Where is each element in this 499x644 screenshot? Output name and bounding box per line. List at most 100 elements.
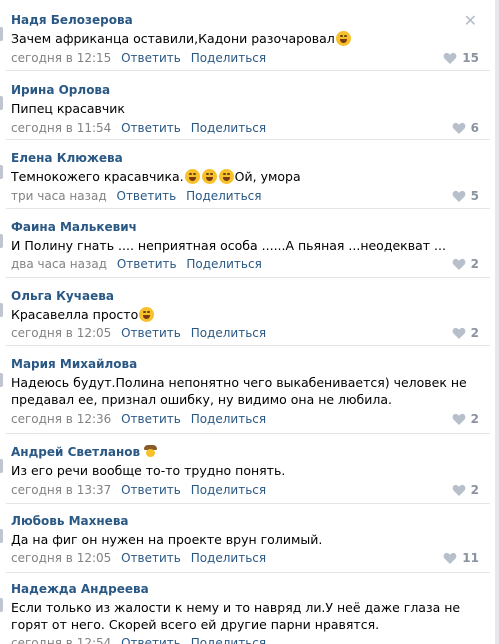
comment-text: Пипец красавчик — [11, 101, 125, 116]
reply-link[interactable]: Ответить — [121, 412, 181, 426]
comment-text: Зачем африканца оставили,Кадони разочаро… — [11, 30, 480, 47]
reply-link[interactable]: Ответить — [121, 326, 181, 340]
like-count: 5 — [470, 189, 479, 203]
like-button[interactable]: 5 — [452, 189, 479, 203]
comment-author[interactable]: Фаина Малькевич — [11, 220, 137, 234]
heart-icon — [452, 484, 466, 496]
thread-marker — [0, 598, 3, 612]
comment-item: Надя Белозерова Зачем африканца оставили… — [0, 0, 488, 70]
thread-marker — [0, 96, 3, 110]
comment-item: Любовь Махнева Да на фиг он нужен на про… — [0, 504, 488, 572]
comment-item: Андрей Светланов Из его речи вообще то-т… — [0, 434, 488, 503]
comment-item: Мария Михайлова Надеюсь будут.Полина неп… — [0, 346, 488, 433]
heart-icon — [452, 122, 466, 134]
comment-time[interactable]: сегодня в 12:36 — [11, 412, 111, 426]
share-link[interactable]: Поделиться — [191, 551, 266, 565]
comment-meta: сегодня в 12:54 Ответить Поделиться — [11, 636, 266, 644]
emoji-icon — [184, 169, 200, 184]
comment-author[interactable]: Ирина Орлова — [11, 83, 110, 97]
comment-meta: три часа назад Ответить Поделиться — [11, 189, 261, 203]
emoji-icon — [201, 169, 217, 184]
comment-time[interactable]: два часа назад — [11, 257, 107, 271]
like-count: 6 — [470, 121, 479, 135]
like-count: 2 — [470, 412, 479, 426]
thread-marker — [0, 529, 3, 543]
comment-author[interactable]: Любовь Махнева — [11, 514, 129, 528]
like-button[interactable]: 15 — [443, 51, 479, 65]
share-link[interactable]: Поделиться — [191, 51, 266, 65]
emoji-icon — [218, 169, 234, 184]
like-button[interactable]: 2 — [452, 412, 479, 426]
share-link[interactable]: Поделиться — [191, 326, 266, 340]
like-button[interactable]: 2 — [452, 326, 479, 340]
comment-meta: сегодня в 12:05 Ответить Поделиться — [11, 326, 266, 340]
heart-icon — [443, 52, 457, 64]
thread-marker — [0, 27, 3, 41]
thread-marker — [0, 459, 3, 473]
like-button[interactable]: 2 — [452, 483, 479, 497]
emoji-icon — [335, 31, 351, 46]
share-link[interactable]: Поделиться — [191, 121, 266, 135]
heart-icon — [452, 327, 466, 339]
reply-link[interactable]: Ответить — [121, 551, 181, 565]
comment-time[interactable]: сегодня в 12:05 — [11, 551, 111, 565]
reply-link[interactable]: Ответить — [117, 189, 177, 203]
panel-border — [495, 0, 499, 644]
comment-meta: сегодня в 13:37 Ответить Поделиться — [11, 483, 266, 497]
like-count: 11 — [462, 551, 479, 565]
comment-time[interactable]: три часа назад — [11, 189, 107, 203]
comment-author[interactable]: Надя Белозерова — [11, 13, 133, 27]
comment-text: Из его речи вообще то-то трудно понять. — [11, 463, 286, 478]
comment-meta: сегодня в 11:54 Ответить Поделиться — [11, 121, 266, 135]
comment-meta: сегодня в 12:15 Ответить Поделиться — [11, 51, 266, 65]
comment-item: Елена Клюжева Темнокожего красавчика. Ой,… — [0, 140, 488, 208]
thread-marker — [0, 373, 3, 387]
comments-panel: ✕ Надя Белозерова Зачем африканца остави… — [0, 0, 495, 644]
like-count: 2 — [470, 483, 479, 497]
like-count: 2 — [470, 257, 479, 271]
comment-item: Ирина Орлова Пипец красавчик сегодня в 1… — [0, 71, 488, 139]
comment-author[interactable]: Ольга Кучаева — [11, 289, 114, 303]
comment-text: Темнокожего красавчика. Ой, умора — [11, 169, 301, 184]
comment-author[interactable]: Мария Михайлова — [11, 357, 137, 371]
heart-icon — [452, 258, 466, 270]
comment-author[interactable]: Елена Клюжева — [11, 151, 123, 165]
heart-icon — [452, 413, 466, 425]
heart-icon — [443, 552, 457, 564]
comment-meta: два часа назад Ответить Поделиться — [11, 257, 262, 271]
share-link[interactable]: Поделиться — [186, 257, 261, 271]
share-link[interactable]: Поделиться — [191, 412, 266, 426]
reply-link[interactable]: Ответить — [121, 636, 181, 644]
comment-time[interactable]: сегодня в 12:15 — [11, 51, 111, 65]
like-button[interactable]: 11 — [443, 551, 479, 565]
like-count: 15 — [462, 51, 479, 65]
like-button[interactable]: 6 — [452, 121, 479, 135]
comment-text: Надеюсь будут.Полина непонятно чего выка… — [11, 375, 467, 407]
comment-item: Фаина Малькевич И Полину гнать .... непр… — [0, 209, 488, 277]
reply-link[interactable]: Ответить — [121, 483, 181, 497]
comment-time[interactable]: сегодня в 12:54 — [11, 636, 111, 644]
cowboy-icon — [144, 445, 158, 457]
author-name[interactable]: Андрей Светланов — [11, 445, 140, 459]
comment-item: Ольга Кучаева Красавелла просто сегодня … — [0, 278, 488, 345]
comment-text: Да на фиг он нужен на проекте врун голим… — [11, 532, 323, 547]
reply-link[interactable]: Ответить — [121, 121, 181, 135]
comment-time[interactable]: сегодня в 12:05 — [11, 326, 111, 340]
like-count: 2 — [470, 326, 479, 340]
comment-time[interactable]: сегодня в 13:37 — [11, 483, 111, 497]
comment-meta: сегодня в 12:05 Ответить Поделиться — [11, 551, 266, 565]
comment-text: И Полину гнать .... неприятная особа ...… — [11, 238, 446, 253]
share-link[interactable]: Поделиться — [191, 636, 266, 644]
comment-text: Если только из жалости к нему и то навря… — [11, 600, 461, 632]
comment-author: Андрей Светланов — [11, 445, 158, 459]
thread-marker — [0, 234, 3, 248]
share-link[interactable]: Поделиться — [191, 483, 266, 497]
comment-author[interactable]: Надежда Андреева — [11, 582, 149, 596]
comment-time[interactable]: сегодня в 11:54 — [11, 121, 111, 135]
share-link[interactable]: Поделиться — [186, 189, 261, 203]
comment-item: Надежда Андреева Если только из жалости … — [0, 573, 488, 644]
reply-link[interactable]: Ответить — [121, 51, 181, 65]
emoji-icon — [139, 307, 155, 322]
reply-link[interactable]: Ответить — [117, 257, 177, 271]
like-button[interactable]: 2 — [452, 257, 479, 271]
